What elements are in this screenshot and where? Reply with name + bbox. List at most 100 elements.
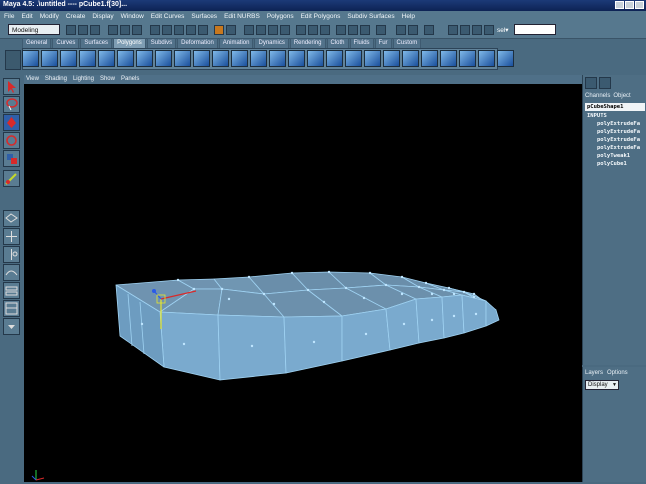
four-view-layout-icon[interactable] xyxy=(3,228,20,245)
new-scene-icon[interactable] xyxy=(66,25,76,35)
checker-texture-icon[interactable] xyxy=(459,50,476,67)
mask-handles-icon[interactable] xyxy=(150,25,160,35)
viewport-menu-panels[interactable]: Panels xyxy=(121,75,139,84)
mask-rendering-icon[interactable] xyxy=(226,25,236,35)
input-node[interactable]: polyExtrudeFa xyxy=(597,129,640,135)
shelf-tab-deformation[interactable]: Deformation xyxy=(177,38,218,48)
snap-point-icon[interactable] xyxy=(268,25,278,35)
layer-editor-icon[interactable] xyxy=(484,25,494,35)
mask-joints-icon[interactable] xyxy=(162,25,172,35)
persp-graph-layout-icon[interactable] xyxy=(3,264,20,281)
poly-cylinder-icon[interactable] xyxy=(60,50,77,67)
menu-edit-nurbs[interactable]: Edit NURBS xyxy=(224,13,260,20)
wedge-face-icon[interactable] xyxy=(345,50,362,67)
viewport-menu-view[interactable]: View xyxy=(26,75,39,84)
attribute-editor-icon[interactable] xyxy=(448,25,458,35)
split-polygon-icon[interactable] xyxy=(307,50,324,67)
duplicate-face-icon[interactable] xyxy=(364,50,381,67)
subdivide-icon[interactable] xyxy=(326,50,343,67)
maximize-button[interactable] xyxy=(625,1,634,9)
poly-sphere-icon[interactable] xyxy=(22,50,39,67)
input-node[interactable]: polyExtrudeFa xyxy=(597,145,640,151)
extrude-edge-icon[interactable] xyxy=(269,50,286,67)
history-inputs-icon[interactable] xyxy=(296,25,306,35)
boolean-difference-icon[interactable] xyxy=(193,50,210,67)
shelf-menu-icon[interactable] xyxy=(5,50,21,70)
tool-settings-icon[interactable] xyxy=(460,25,470,35)
shelf-tab-subdivs[interactable]: Subdivs xyxy=(146,38,177,48)
menu-file[interactable]: File xyxy=(4,13,14,20)
shelf-tab-fluids[interactable]: Fluids xyxy=(349,38,374,48)
input-node[interactable]: polyExtrudeFa xyxy=(597,121,640,127)
lasso-tool-icon[interactable] xyxy=(3,96,20,113)
input-node[interactable]: polyCube1 xyxy=(597,161,627,167)
shelf-misc-icon[interactable] xyxy=(497,50,514,67)
ipr-render-icon[interactable] xyxy=(348,25,358,35)
scale-tool-icon[interactable] xyxy=(3,150,20,167)
layout-single-icon[interactable] xyxy=(376,25,386,35)
options-menu[interactable]: Options xyxy=(607,370,628,376)
mask-curves-icon[interactable] xyxy=(174,25,184,35)
poly-plane-icon[interactable] xyxy=(98,50,115,67)
channel-box-tab-object[interactable]: Object xyxy=(613,93,630,99)
shape-node-name[interactable]: pCubeShape1 xyxy=(585,103,645,111)
open-scene-icon[interactable] xyxy=(78,25,88,35)
menu-display[interactable]: Display xyxy=(92,13,113,20)
smooth-icon[interactable] xyxy=(231,50,248,67)
hypershade-layout-icon[interactable] xyxy=(3,300,20,317)
merge-vertices-icon[interactable] xyxy=(383,50,400,67)
shelf-tab-general[interactable]: General xyxy=(22,38,52,48)
close-button[interactable] xyxy=(635,1,644,9)
uv-texture-editor-icon[interactable] xyxy=(440,50,457,67)
menu-subdiv-surfaces[interactable]: Subdiv Surfaces xyxy=(347,13,394,20)
layer-display-dropdown[interactable]: Display ▼ xyxy=(585,380,619,390)
menu-window[interactable]: Window xyxy=(121,13,144,20)
snap-view-plane-icon[interactable] xyxy=(280,25,290,35)
mode-selector[interactable]: Modeling xyxy=(8,24,60,35)
mask-deform-icon[interactable] xyxy=(198,25,208,35)
bevel-icon[interactable] xyxy=(288,50,305,67)
shelf-tab-rendering[interactable]: Rendering xyxy=(289,38,326,48)
menu-polygons[interactable]: Polygons xyxy=(267,13,294,20)
poly-torus-icon[interactable] xyxy=(117,50,134,67)
boolean-intersection-icon[interactable] xyxy=(212,50,229,67)
side-by-side-layout-icon[interactable] xyxy=(3,246,20,263)
layers-menu[interactable]: Layers xyxy=(585,370,603,376)
planar-mapping-icon[interactable] xyxy=(402,50,419,67)
channel-box-toggle-icon[interactable] xyxy=(472,25,482,35)
shelf-tab-dynamics[interactable]: Dynamics xyxy=(254,38,289,48)
menu-help[interactable]: Help xyxy=(402,13,415,20)
rotate-tool-icon[interactable] xyxy=(3,132,20,149)
combine-icon[interactable] xyxy=(136,50,153,67)
minimize-button[interactable] xyxy=(615,1,624,9)
shelf-tab-curves[interactable]: Curves xyxy=(52,38,80,48)
viewport-menu-lighting[interactable]: Lighting xyxy=(73,75,94,84)
menu-create[interactable]: Create xyxy=(66,13,86,20)
viewport-menu-show[interactable]: Show xyxy=(100,75,115,84)
cylindrical-mapping-icon[interactable] xyxy=(421,50,438,67)
layout-menu-icon[interactable] xyxy=(3,318,20,335)
menu-edit-polygons[interactable]: Edit Polygons xyxy=(301,13,341,20)
select-by-name-field[interactable] xyxy=(514,24,556,35)
select-tool-icon[interactable] xyxy=(3,78,20,95)
menu-edit-curves[interactable]: Edit Curves xyxy=(151,13,185,20)
viewport-menu-shading[interactable]: Shading xyxy=(45,75,67,84)
extrude-face-icon[interactable] xyxy=(250,50,267,67)
channel-box-tab-channels[interactable]: Channels xyxy=(585,93,610,99)
select-object-icon[interactable] xyxy=(120,25,130,35)
select-hierarchy-icon[interactable] xyxy=(108,25,118,35)
poly-cube-icon[interactable] xyxy=(41,50,58,67)
single-view-layout-icon[interactable] xyxy=(3,210,20,227)
shelf-tab-surfaces[interactable]: Surfaces xyxy=(80,38,113,48)
input-line-icon[interactable] xyxy=(396,25,406,35)
menu-modify[interactable]: Modify xyxy=(40,13,59,20)
input-node[interactable]: polyExtrudeFa xyxy=(597,137,640,143)
separate-icon[interactable] xyxy=(155,50,172,67)
manipulator-tool-icon[interactable] xyxy=(3,170,20,187)
menu-surfaces[interactable]: Surfaces xyxy=(191,13,217,20)
poly-cone-icon[interactable] xyxy=(79,50,96,67)
construction-history-icon[interactable] xyxy=(320,25,330,35)
mask-surfaces-icon[interactable] xyxy=(186,25,196,35)
boolean-union-icon[interactable] xyxy=(174,50,191,67)
render-globals-icon[interactable] xyxy=(360,25,370,35)
